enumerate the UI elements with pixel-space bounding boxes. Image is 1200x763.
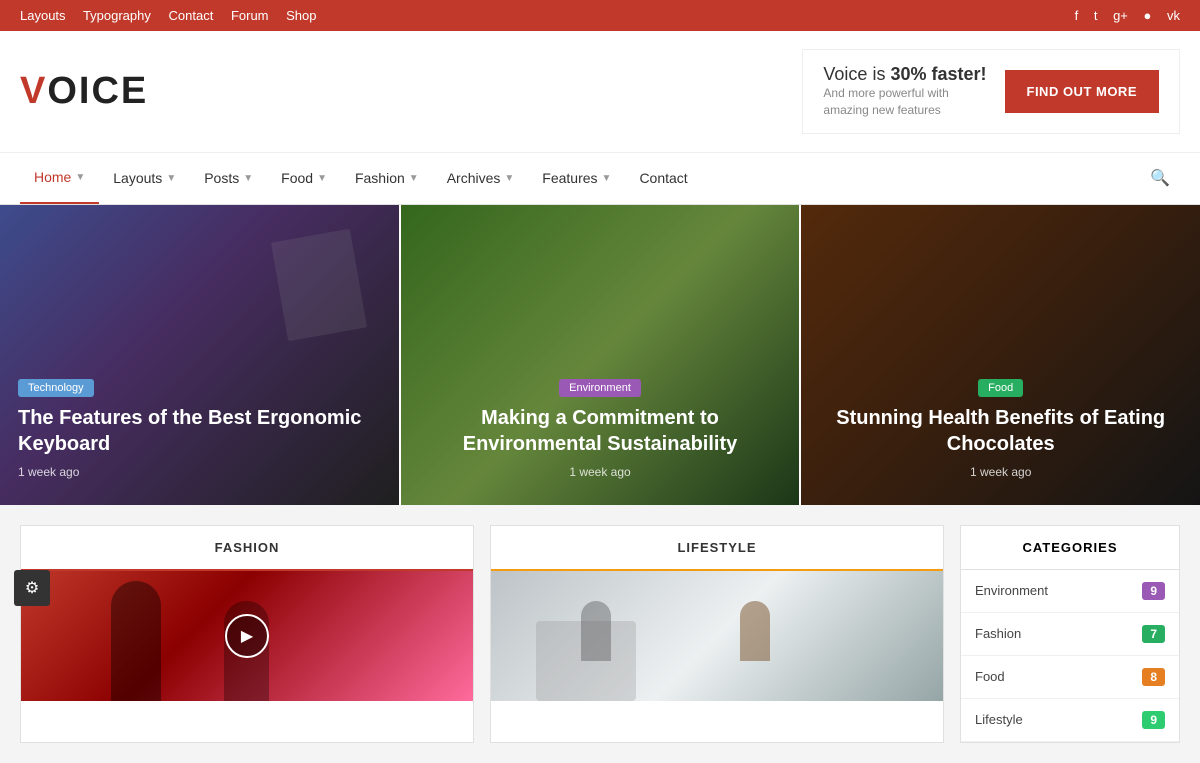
topnav-contact[interactable]: Contact bbox=[169, 8, 214, 23]
slide-1-content: Technology The Features of the Best Ergo… bbox=[18, 378, 381, 481]
slide-3-time: 1 week ago bbox=[970, 465, 1031, 479]
nav-layouts[interactable]: Layouts ▼ bbox=[99, 152, 190, 204]
slide-1-title: The Features of the Best Ergonomic Keybo… bbox=[18, 405, 381, 457]
social-links: f t g+ ● vk bbox=[1063, 8, 1180, 23]
slide-3-badge: Food bbox=[978, 379, 1023, 397]
chevron-down-icon: ▼ bbox=[317, 173, 327, 184]
lifestyle-header: LIFESTYLE bbox=[491, 526, 943, 571]
category-label-environment: Environment bbox=[975, 583, 1048, 598]
logo-text: OICE bbox=[47, 70, 148, 112]
slide-2-badge: Environment bbox=[559, 379, 641, 397]
category-row-environment[interactable]: Environment 9 bbox=[961, 570, 1179, 613]
category-count-food: 8 bbox=[1142, 668, 1165, 686]
nav-fashion[interactable]: Fashion ▼ bbox=[341, 152, 433, 204]
slide-3-content: Food Stunning Health Benefits of Eating … bbox=[819, 378, 1182, 481]
social-facebook[interactable]: f bbox=[1075, 8, 1079, 23]
topnav-typography[interactable]: Typography bbox=[83, 8, 151, 23]
chevron-down-icon: ▼ bbox=[602, 173, 612, 184]
chevron-down-icon: ▼ bbox=[504, 173, 514, 184]
chevron-down-icon: ▼ bbox=[409, 173, 419, 184]
social-googleplus[interactable]: g+ bbox=[1113, 8, 1128, 23]
social-twitter[interactable]: t bbox=[1094, 8, 1098, 23]
slide-2-time: 1 week ago bbox=[569, 465, 630, 479]
hero-slider: Technology The Features of the Best Ergo… bbox=[0, 205, 1200, 505]
search-icon[interactable]: 🔍 bbox=[1140, 168, 1180, 188]
nav-features[interactable]: Features ▼ bbox=[528, 152, 625, 204]
slide-3-title: Stunning Health Benefits of Eating Choco… bbox=[819, 405, 1182, 457]
ad-headline: Voice is 30% faster! bbox=[823, 64, 986, 85]
categories-box: CATEGORIES Environment 9 Fashion 7 Food … bbox=[960, 525, 1180, 743]
fashion-header: FASHION bbox=[21, 526, 473, 571]
fashion-thumbnail[interactable]: ▶ bbox=[21, 571, 473, 701]
ad-sub: And more powerful with amazing new featu… bbox=[823, 85, 963, 119]
category-row-lifestyle[interactable]: Lifestyle 9 bbox=[961, 699, 1179, 742]
category-count-fashion: 7 bbox=[1142, 625, 1165, 643]
chevron-down-icon: ▼ bbox=[75, 172, 85, 183]
top-bar-nav: Layouts Typography Contact Forum Shop bbox=[20, 8, 331, 23]
topnav-forum[interactable]: Forum bbox=[231, 8, 269, 23]
hero-slide-1[interactable]: Technology The Features of the Best Ergo… bbox=[0, 205, 401, 505]
chevron-down-icon: ▼ bbox=[243, 173, 253, 184]
lifestyle-section: LIFESTYLE bbox=[490, 525, 944, 743]
slide-1-badge: Technology bbox=[18, 379, 94, 397]
category-label-food: Food bbox=[975, 669, 1005, 684]
topnav-shop[interactable]: Shop bbox=[286, 8, 316, 23]
slide-1-time: 1 week ago bbox=[18, 465, 79, 479]
slide-2-content: Environment Making a Commitment to Envir… bbox=[419, 378, 782, 481]
nav-home[interactable]: Home ▼ bbox=[20, 152, 99, 204]
lifestyle-person-1 bbox=[581, 601, 611, 661]
fashion-figure-1 bbox=[111, 581, 161, 701]
bottom-section: FASHION ▶ LIFESTYLE CATEGORIES Environme… bbox=[0, 505, 1200, 763]
category-count-environment: 9 bbox=[1142, 582, 1165, 600]
social-instagram[interactable]: ● bbox=[1144, 8, 1152, 23]
fashion-section: FASHION ▶ bbox=[20, 525, 474, 743]
slide-2-title: Making a Commitment to Environmental Sus… bbox=[419, 405, 782, 457]
hero-slide-2[interactable]: Environment Making a Commitment to Envir… bbox=[401, 205, 802, 505]
main-nav: Home ▼ Layouts ▼ Posts ▼ Food ▼ Fashion … bbox=[0, 153, 1200, 205]
site-header: VOICE Voice is 30% faster! And more powe… bbox=[0, 31, 1200, 153]
category-row-fashion[interactable]: Fashion 7 bbox=[961, 613, 1179, 656]
find-out-more-button[interactable]: FIND OUT MORE bbox=[1005, 70, 1160, 113]
categories-title: CATEGORIES bbox=[961, 526, 1179, 570]
ad-highlight: 30% faster! bbox=[890, 64, 986, 84]
logo-v: V bbox=[20, 70, 47, 112]
nav-posts[interactable]: Posts ▼ bbox=[190, 152, 267, 204]
top-bar: Layouts Typography Contact Forum Shop f … bbox=[0, 0, 1200, 31]
settings-gear-button[interactable]: ⚙ bbox=[14, 570, 50, 606]
nav-contact[interactable]: Contact bbox=[625, 152, 701, 204]
lifestyle-thumbnail[interactable] bbox=[491, 571, 943, 701]
ad-banner: Voice is 30% faster! And more powerful w… bbox=[802, 49, 1180, 134]
nav-archives[interactable]: Archives ▼ bbox=[433, 152, 529, 204]
chevron-down-icon: ▼ bbox=[166, 173, 176, 184]
category-row-food[interactable]: Food 8 bbox=[961, 656, 1179, 699]
site-logo: VOICE bbox=[20, 70, 148, 113]
ad-text: Voice is 30% faster! And more powerful w… bbox=[823, 64, 986, 119]
category-label-lifestyle: Lifestyle bbox=[975, 712, 1023, 727]
topnav-layouts[interactable]: Layouts bbox=[20, 8, 66, 23]
category-count-lifestyle: 9 bbox=[1142, 711, 1165, 729]
play-button[interactable]: ▶ bbox=[225, 614, 269, 658]
social-vk[interactable]: vk bbox=[1167, 8, 1180, 23]
nav-food[interactable]: Food ▼ bbox=[267, 152, 341, 204]
category-label-fashion: Fashion bbox=[975, 626, 1021, 641]
hero-slide-3[interactable]: Food Stunning Health Benefits of Eating … bbox=[801, 205, 1200, 505]
lifestyle-person-2 bbox=[740, 601, 770, 661]
